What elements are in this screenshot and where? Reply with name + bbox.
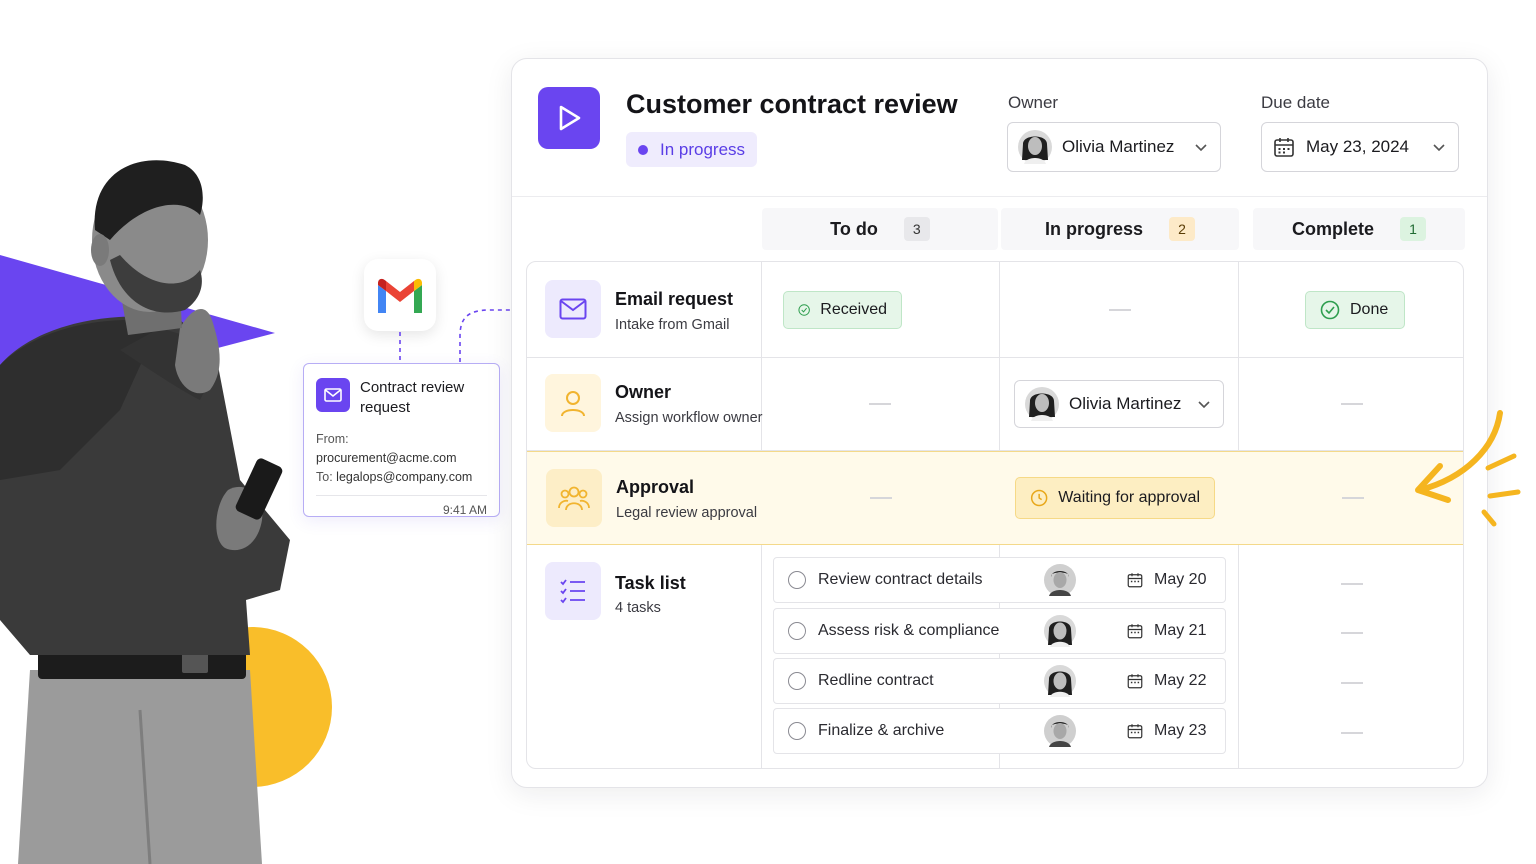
task-date: May 20: [1154, 571, 1207, 588]
row-email-request[interactable]: Email request Intake from Gmail Received…: [527, 262, 1463, 358]
empty-cell-dash: [870, 497, 892, 499]
workflow-header: Customer contract review In progress Own…: [512, 59, 1487, 197]
empty-cell-dash: [869, 403, 891, 405]
check-circle-icon: [798, 304, 810, 316]
calendar-icon: [1127, 724, 1143, 739]
row-owner[interactable]: Owner Assign workflow owner Olivia Marti…: [527, 358, 1463, 451]
workflow-panel: Customer contract review In progress Own…: [511, 58, 1488, 788]
task-name: Review contract details: [818, 571, 983, 588]
row-approval[interactable]: Approval Legal review approval Waiting f…: [527, 451, 1463, 545]
empty-cell-dash: [1341, 732, 1363, 734]
empty-cell-dash: [1341, 682, 1363, 684]
incoming-email-card[interactable]: Contract review request From: procuremen…: [303, 363, 500, 517]
calendar-icon: [1127, 573, 1143, 588]
task-date: May 21: [1154, 622, 1207, 639]
avatar: [1018, 130, 1052, 164]
task-date: May 23: [1154, 722, 1207, 739]
hand-drawn-arrow-icon: [1415, 410, 1521, 527]
row-subtitle: Assign workflow owner: [615, 410, 763, 426]
row-title: Approval: [616, 477, 695, 497]
empty-cell-dash: [1341, 632, 1363, 634]
task-name: Finalize & archive: [818, 722, 945, 739]
column-count: 1: [1400, 217, 1426, 241]
avatar: [1044, 715, 1076, 747]
person-photo: [0, 160, 290, 864]
mail-icon: [316, 378, 350, 412]
task-name: Redline contract: [818, 672, 934, 689]
column-header-in-progress: In progress 2: [1001, 208, 1239, 250]
row-title: Email request: [615, 289, 734, 309]
row-subtitle: 4 tasks: [615, 600, 661, 616]
column-label: To do: [830, 218, 878, 239]
email-time: 9:41 AM: [442, 503, 487, 517]
mail-icon: [545, 280, 601, 338]
chevron-down-icon: [1198, 401, 1210, 409]
status-label: In progress: [660, 139, 746, 159]
task-item[interactable]: Redline contract May 22: [773, 658, 1226, 704]
waiting-approval-badge: Waiting for approval: [1015, 477, 1215, 519]
user-icon: [545, 374, 601, 432]
column-header-complete: Complete 1: [1253, 208, 1465, 250]
task-item[interactable]: Assess risk & compliance May 21: [773, 608, 1226, 654]
empty-cell-dash: [1341, 583, 1363, 585]
received-badge: Received: [783, 291, 902, 329]
divider: [316, 495, 487, 496]
due-date-select[interactable]: May 23, 2024: [1261, 122, 1459, 172]
due-date-value: May 23, 2024: [1306, 137, 1410, 156]
page-title: Customer contract review: [626, 89, 958, 119]
avatar: [1025, 387, 1059, 421]
task-date: May 22: [1154, 672, 1207, 689]
calendar-icon: [1127, 624, 1143, 639]
column-count: 2: [1169, 217, 1196, 241]
team-icon: [546, 469, 602, 527]
chevron-down-icon: [1433, 144, 1445, 152]
task-item[interactable]: Review contract details May 20: [773, 557, 1226, 603]
row-subtitle: Legal review approval: [616, 505, 758, 521]
email-to: To: legalops@company.com: [316, 470, 473, 484]
column-label: In progress: [1044, 218, 1144, 239]
task-item[interactable]: Finalize & archive May 23: [773, 708, 1226, 754]
column-label: Complete: [1291, 218, 1374, 239]
owner-assign-select[interactable]: Olivia Martinez: [1014, 380, 1224, 428]
task-name: Assess risk & compliance: [818, 622, 1000, 639]
column-count: 3: [903, 217, 930, 241]
empty-cell-dash: [1342, 497, 1364, 499]
task-checkbox[interactable]: [788, 571, 806, 589]
column-header-todo: To do 3: [762, 208, 998, 250]
avatar: [1044, 564, 1076, 596]
checklist-icon: [545, 562, 601, 620]
row-task-list: Task list 4 tasks Review contract detail…: [527, 545, 1463, 768]
avatar: [1044, 665, 1076, 697]
email-subject: Contract review request: [360, 379, 465, 416]
status-dot-icon: [638, 144, 648, 155]
task-checkbox[interactable]: [788, 622, 806, 640]
owner-assign-value: Olivia Martinez: [1069, 394, 1182, 413]
owner-label: Owner: [1008, 93, 1059, 112]
task-checkbox[interactable]: [788, 722, 806, 740]
play-icon: [538, 87, 600, 149]
done-badge: Done: [1305, 291, 1405, 329]
chevron-down-icon: [1195, 144, 1207, 152]
workflow-board: Email request Intake from Gmail Received…: [526, 261, 1464, 769]
calendar-icon: [1127, 674, 1143, 689]
empty-cell-dash: [1109, 309, 1131, 311]
clock-icon: [1030, 489, 1048, 507]
email-from: From: procurement@acme.com: [316, 432, 457, 465]
row-subtitle: Intake from Gmail: [615, 317, 730, 333]
due-date-label: Due date: [1261, 93, 1330, 112]
avatar: [1044, 615, 1076, 647]
row-title: Owner: [615, 382, 672, 402]
empty-cell-dash: [1341, 403, 1363, 405]
check-circle-icon: [1320, 300, 1340, 320]
owner-select[interactable]: Olivia Martinez: [1007, 122, 1221, 172]
task-checkbox[interactable]: [788, 672, 806, 690]
row-title: Task list: [615, 573, 686, 593]
calendar-icon: [1274, 138, 1294, 157]
status-badge: In progress: [626, 132, 758, 167]
owner-value: Olivia Martinez: [1062, 137, 1175, 156]
